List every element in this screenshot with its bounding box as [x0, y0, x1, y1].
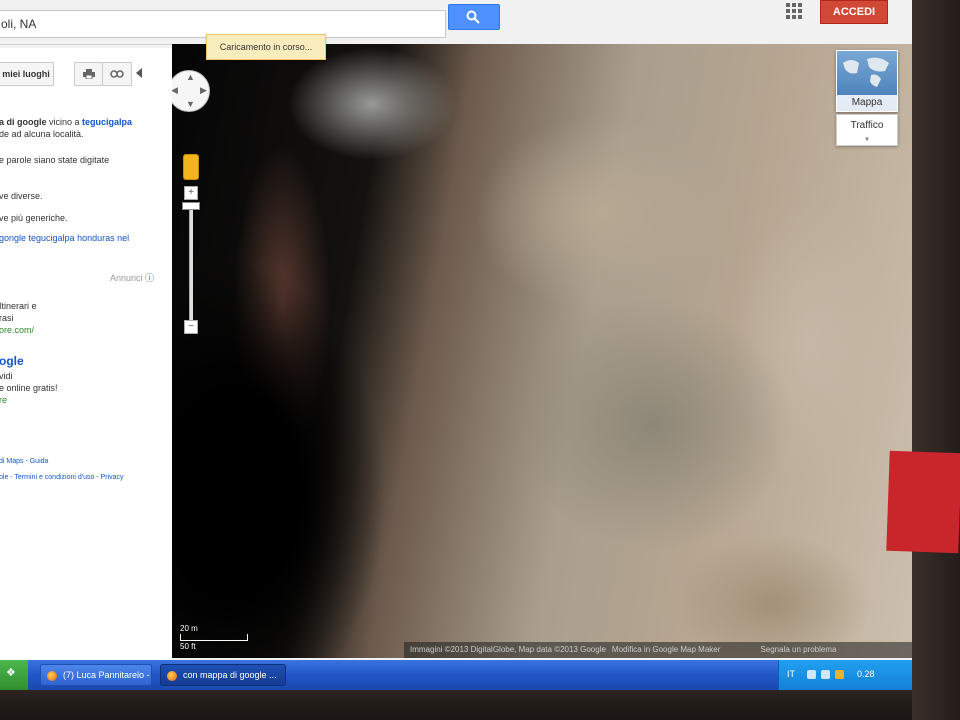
- clock: 0.28: [857, 669, 875, 679]
- zoom-slider[interactable]: [189, 204, 193, 328]
- ad-title[interactable]: ogle: [0, 355, 24, 367]
- windows-logo-icon: ❖: [6, 667, 16, 679]
- chevron-down-icon: ▼: [864, 137, 870, 143]
- panel-toolbar: miei luoghi: [0, 60, 172, 86]
- ad-url[interactable]: ore.com/: [0, 324, 34, 336]
- map-attribution: Immagini ©2013 DigitalGlobe, Map data ©2…: [404, 642, 912, 658]
- ad-url[interactable]: re: [0, 394, 7, 406]
- globe-icon: [843, 57, 889, 87]
- ad-line: rasi: [0, 313, 14, 323]
- ad-line: e online gratis!: [0, 383, 58, 393]
- screen: ACCEDI Caricamento in corso... miei luog…: [0, 0, 912, 690]
- ad-line: vidi: [0, 371, 13, 381]
- link-icon: [110, 70, 124, 78]
- my-places-button[interactable]: miei luoghi: [0, 62, 54, 86]
- map-shadow: [172, 264, 412, 658]
- footer-links[interactable]: di Maps - Guida: [0, 456, 48, 468]
- print-button[interactable]: [74, 62, 104, 86]
- start-button[interactable]: ❖: [0, 660, 28, 690]
- system-tray: IT 0.28: [778, 660, 912, 690]
- language-indicator[interactable]: IT: [787, 669, 795, 679]
- monitor-bezel: [912, 0, 960, 720]
- result-line: ve diverse.: [0, 191, 43, 201]
- firefox-icon: [47, 671, 57, 681]
- link-button[interactable]: [102, 62, 132, 86]
- volume-icon[interactable]: [821, 670, 830, 679]
- monitor-bezel: [0, 690, 912, 720]
- zoom-slider-handle[interactable]: [182, 202, 200, 210]
- taskbar: ❖ (7) Luca Pannitarelo - ... con mappa d…: [0, 660, 912, 690]
- ads-label: Annunci ⓘ: [110, 273, 155, 283]
- report-problem-link[interactable]: Segnala un problema: [760, 645, 836, 654]
- collapse-panel-icon[interactable]: [136, 68, 142, 78]
- loading-notice: Caricamento in corso...: [206, 34, 326, 60]
- traffic-button[interactable]: Traffico ▼: [836, 114, 898, 146]
- ad-line: Itinerari e: [0, 301, 37, 311]
- map-type-label: Mappa: [837, 95, 897, 111]
- side-panel: miei luoghi a di google vicino a tegucig…: [0, 48, 172, 660]
- map-type-button[interactable]: Mappa: [836, 50, 898, 112]
- zoom-in-button[interactable]: +: [184, 186, 198, 200]
- print-icon: [83, 69, 95, 79]
- pan-control[interactable]: ▲ ▼ ◀ ▶: [172, 70, 210, 112]
- firefox-icon: [167, 671, 177, 681]
- result-heading: a di google vicino a tegucigalpa: [0, 117, 133, 127]
- map-maker-link[interactable]: Modifica in Google Map Maker: [612, 645, 721, 654]
- result-line: de ad alcuna località.: [0, 129, 84, 139]
- pegman-icon[interactable]: [183, 154, 199, 180]
- satellite-map[interactable]: ▲ ▼ ◀ ▶ + − Mappa Traffico ▼ 20 m 50 ft Imma…: [172, 44, 912, 658]
- footer-links[interactable]: ole - Termini e condizioni d'uso - Priva…: [0, 472, 124, 484]
- top-bar: ACCEDI: [0, 0, 912, 45]
- info-icon[interactable]: ⓘ: [145, 273, 154, 283]
- network-icon[interactable]: [807, 670, 816, 679]
- taskbar-item[interactable]: (7) Luca Pannitarelo - ...: [40, 664, 152, 686]
- map-controls: ▲ ▼ ◀ ▶ + −: [172, 44, 210, 344]
- search-icon: [466, 10, 480, 24]
- result-line: ve più generiche.: [0, 213, 68, 223]
- map-scale: 20 m 50 ft: [180, 624, 248, 651]
- security-icon[interactable]: [835, 670, 844, 679]
- signin-button[interactable]: ACCEDI: [820, 0, 888, 24]
- zoom-out-button[interactable]: −: [184, 320, 198, 334]
- apps-grid-icon[interactable]: [786, 3, 802, 19]
- taskbar-item-active[interactable]: con mappa di google ...: [160, 664, 286, 686]
- result-line: e parole siano state digitate: [0, 155, 110, 165]
- suggestion-link[interactable]: gongle tegucigalpa honduras nel: [0, 232, 129, 244]
- sticky-note: [886, 450, 960, 554]
- search-button[interactable]: [448, 4, 500, 30]
